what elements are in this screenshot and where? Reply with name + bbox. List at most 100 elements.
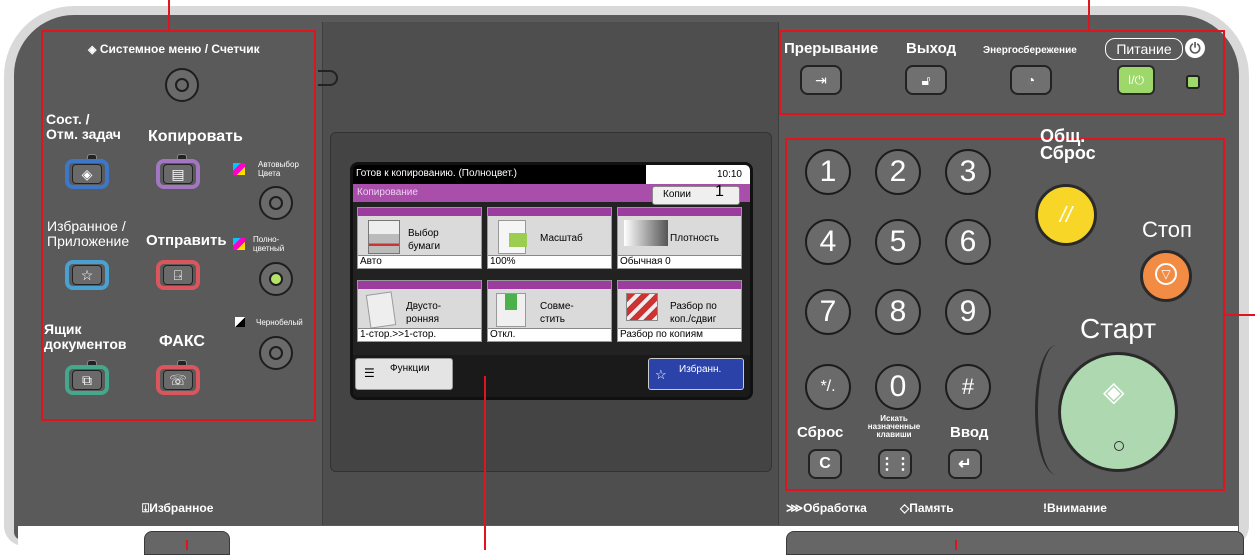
interrupt-button[interactable]: ⇥ — [800, 65, 842, 95]
favorites-app-label: Избранное / Приложение — [47, 218, 130, 249]
collate-icon — [626, 293, 658, 321]
favorites-bottom-label: ⍗Избранное — [142, 501, 213, 516]
zoom-icon — [498, 220, 527, 254]
tile-name: Масштаб — [540, 233, 583, 244]
combine-icon — [496, 293, 526, 327]
tile-collate[interactable]: Разбор по коп./сдвиг Разбор по копиям — [617, 280, 742, 342]
attention-label: !Внимание — [1043, 501, 1107, 515]
job-status-button[interactable]: ◈ — [65, 159, 109, 189]
logout-label: Выход — [906, 40, 957, 57]
system-menu-text: Системное меню / Счетчик — [99, 42, 260, 56]
full-color-button[interactable] — [259, 262, 293, 296]
enter-button[interactable]: ↵ — [948, 449, 982, 479]
tile-name: Выбор бумаги — [408, 228, 441, 252]
lcd-bottom-bar: ☰ Функции ☆ Избранн. — [353, 355, 750, 397]
processing-icon: ⋙ — [786, 501, 804, 515]
functions-label: Функции — [390, 363, 430, 374]
system-menu-button[interactable] — [165, 68, 199, 102]
key-0[interactable]: 0 — [875, 364, 921, 410]
interrupt-icon: ⇥ — [815, 71, 827, 88]
doc-box-icon: ⧉ — [72, 370, 102, 390]
key-1[interactable]: 1 — [805, 149, 851, 195]
tile-duplex[interactable]: Двусто- ронняя 1-стор.>>1-стор. — [357, 280, 482, 342]
doc-box-button[interactable]: ⧉ — [65, 365, 109, 395]
job-status-icon: ◈ — [72, 164, 102, 184]
tile-value: Разбор по копиям — [618, 328, 741, 341]
key-star[interactable]: */. — [805, 364, 851, 410]
tile-value: Обычная 0 — [618, 255, 741, 268]
key-8[interactable]: 8 — [875, 289, 921, 335]
fax-button[interactable]: ☏ — [156, 365, 200, 395]
bw-button[interactable] — [259, 336, 293, 370]
clock: 10:10 — [646, 165, 750, 184]
density-icon — [624, 220, 668, 246]
send-button[interactable]: ⍈ — [156, 260, 200, 290]
printer-icon — [368, 220, 400, 254]
key-2[interactable]: 2 — [875, 149, 921, 195]
clear-button[interactable]: C — [808, 449, 842, 479]
star-icon: ☆ — [655, 367, 667, 382]
energy-button[interactable]: ◔ — [1010, 65, 1052, 95]
job-status-label: Сост. / Отм. задач — [46, 111, 121, 142]
key-3[interactable]: 3 — [945, 149, 991, 195]
interrupt-label: Прерывание — [784, 40, 879, 57]
enter-label: Ввод — [950, 424, 989, 441]
processing-label: ⋙Обработка — [786, 501, 867, 515]
auto-color-label: Автовыбор Цвета — [258, 160, 299, 178]
clear-label: Сброс — [797, 424, 844, 441]
enter-icon: ↵ — [958, 456, 972, 473]
system-menu-label: ◈ Системное меню / Счетчик — [88, 42, 260, 56]
processing-text: Обработка — [803, 501, 867, 515]
key-7[interactable]: 7 — [805, 289, 851, 335]
stop-icon: ▽ — [1155, 263, 1177, 285]
favorites-screen-label: Избранн. — [679, 364, 722, 375]
favorites-app-button[interactable]: ☆ — [65, 260, 109, 290]
start-button[interactable]: ◈ — [1058, 352, 1178, 472]
tile-paper-select[interactable]: Выбор бумаги Авто — [357, 207, 482, 269]
tile-name: Совме- стить — [540, 301, 574, 325]
start-label: Старт — [1080, 313, 1157, 344]
fax-icon: ☏ — [163, 370, 193, 390]
power-button[interactable]: I/⏻ — [1117, 65, 1155, 95]
fax-label: ФАКС — [159, 333, 205, 350]
key-4[interactable]: 4 — [805, 219, 851, 265]
reset-icon: // — [1059, 202, 1073, 227]
status-text: Готов к копированию. (Полноцвет.) — [356, 168, 517, 179]
send-icon: ⍈ — [163, 265, 193, 285]
lower-tab — [786, 531, 1244, 555]
tile-zoom[interactable]: Масштаб 100% — [487, 207, 612, 269]
tile-combine[interactable]: Совме- стить Откл. — [487, 280, 612, 342]
key-hash[interactable]: # — [945, 364, 991, 410]
auto-color-icon — [233, 163, 245, 175]
key-5[interactable]: 5 — [875, 219, 921, 265]
power-icon: ⏻ — [1185, 38, 1205, 58]
tile-value: 1-стор.>>1-стор. — [358, 328, 481, 341]
callout-line — [1088, 0, 1090, 30]
reset-all-button[interactable]: // — [1035, 184, 1097, 246]
stop-label: Стоп — [1142, 217, 1192, 242]
stop-button[interactable]: ▽ — [1140, 250, 1192, 302]
system-menu-icon: ◈ — [88, 44, 97, 56]
favorites-screen-button[interactable]: ☆ Избранн. — [648, 358, 744, 390]
energy-label: Энергосбережение — [983, 45, 1077, 56]
search-keys-button[interactable]: ⋮⋮ — [878, 449, 912, 479]
power-label: Питание — [1105, 38, 1183, 60]
bw-label: Чернобелый — [256, 318, 303, 327]
auto-color-button[interactable] — [259, 186, 293, 220]
touch-screen[interactable]: Готов к копированию. (Полноцвет.) 10:10 … — [350, 162, 753, 400]
callout-line — [484, 376, 486, 550]
start-led — [1114, 441, 1124, 451]
callout-line — [168, 0, 170, 30]
functions-button[interactable]: ☰ Функции — [355, 358, 453, 390]
key-6[interactable]: 6 — [945, 219, 991, 265]
copy-button[interactable]: ▤ — [156, 159, 200, 189]
tile-density[interactable]: Плотность Обычная 0 — [617, 207, 742, 269]
favorites-bottom-text: Избранное — [149, 501, 214, 515]
logout-button[interactable]: 🔓︎ — [905, 65, 947, 95]
star-icon: ☆ — [72, 265, 102, 285]
doc-box-label: Ящик документов — [44, 321, 127, 352]
send-label: Отправить — [146, 232, 227, 249]
tile-name: Двусто- ронняя — [406, 301, 442, 325]
key-9[interactable]: 9 — [945, 289, 991, 335]
copies-field[interactable]: Копии 1 — [652, 184, 740, 205]
